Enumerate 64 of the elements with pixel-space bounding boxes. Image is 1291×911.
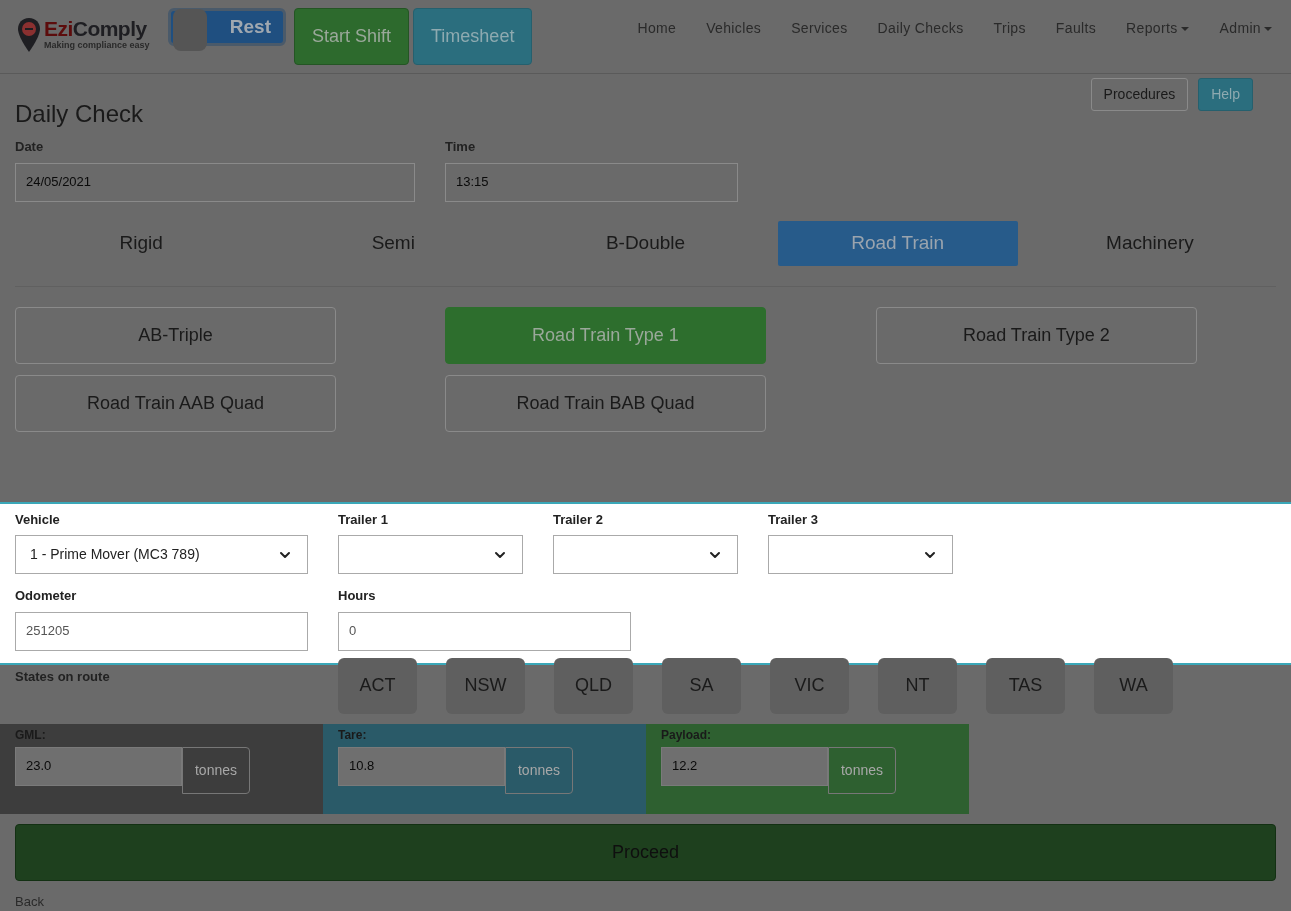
field-label: Trailer 3	[768, 510, 819, 529]
pin-logo-icon	[18, 18, 40, 53]
field-label: Trailer 1	[338, 510, 389, 529]
select-field[interactable]	[768, 535, 953, 574]
input-field[interactable]: 23.0	[15, 746, 182, 786]
logo[interactable]: EziComply Making compliance easy	[18, 18, 168, 53]
category-tab[interactable]: Semi	[273, 220, 514, 266]
caret-icon	[1179, 25, 1190, 32]
input-field[interactable]: 12.2	[661, 746, 828, 786]
field-label: Odometer	[15, 587, 78, 605]
nav-link[interactable]: Home	[637, 18, 677, 39]
category-tab[interactable]: Rigid	[21, 220, 262, 266]
train-type-button[interactable]: Road Train BAB Quad	[445, 374, 766, 432]
field-label: States on route	[15, 667, 111, 686]
state-button[interactable]: NT	[878, 657, 957, 714]
unit-addon: tonnes	[828, 746, 896, 794]
caret-icon	[1263, 25, 1273, 32]
field-label: Trailer 2	[553, 510, 604, 529]
state-button[interactable]: SA	[662, 657, 741, 714]
select-field[interactable]	[553, 535, 738, 574]
back-link[interactable]: Back	[15, 891, 44, 911]
input-field[interactable]: 24/05/2021	[15, 162, 415, 202]
state-button[interactable]: WA	[1094, 657, 1173, 714]
page-title: Daily Check	[15, 99, 144, 129]
toggle-knob	[173, 9, 207, 51]
action-button[interactable]: Procedures	[1090, 78, 1189, 111]
train-type-button[interactable]: Road Train AAB Quad	[15, 374, 336, 432]
field-label: Hours	[338, 587, 377, 605]
field-label: Date	[15, 138, 45, 156]
field-label: Vehicle	[15, 510, 61, 529]
nav-link[interactable]: Services	[791, 18, 848, 39]
field-label: Tare:	[338, 726, 368, 744]
state-button[interactable]: QLD	[554, 657, 633, 714]
nav-link[interactable]: Vehicles	[706, 18, 762, 39]
select-field[interactable]: 1 - Prime Mover (MC3 789)	[15, 535, 308, 574]
train-type-button[interactable]: AB-Triple	[15, 306, 336, 364]
nav-link[interactable]: Daily Checks	[877, 18, 964, 39]
header-button[interactable]: Timesheet	[413, 8, 533, 65]
select-value: 1 - Prime Mover (MC3 789)	[30, 545, 200, 564]
state-button[interactable]: TAS	[986, 657, 1065, 714]
state-button[interactable]: ACT	[338, 657, 417, 714]
unit-addon: tonnes	[182, 746, 250, 794]
field-label: Payload:	[661, 726, 712, 744]
nav-link[interactable]: Admin	[1219, 18, 1273, 39]
input-field[interactable]: 13:15	[445, 162, 738, 202]
header-button[interactable]: Start Shift	[294, 8, 410, 65]
input-field[interactable]: 0	[338, 611, 631, 651]
action-button[interactable]: Help	[1198, 78, 1253, 111]
category-tab[interactable]: B-Double	[525, 220, 766, 266]
select-field[interactable]	[338, 535, 523, 574]
nav-link[interactable]: Reports	[1126, 18, 1190, 39]
category-tab[interactable]: Machinery	[1029, 220, 1270, 266]
category-tab[interactable]: Road Train	[777, 220, 1018, 266]
nav-link[interactable]: Trips	[993, 18, 1026, 39]
state-button[interactable]: NSW	[446, 657, 525, 714]
input-field[interactable]: 10.8	[338, 746, 505, 786]
input-field[interactable]: 251205	[15, 611, 308, 651]
state-button[interactable]: VIC	[770, 657, 849, 714]
nav-link[interactable]: Faults	[1055, 18, 1097, 39]
field-label: Time	[445, 138, 477, 156]
train-type-button[interactable]: Road Train Type 1	[445, 306, 766, 364]
unit-addon: tonnes	[505, 746, 573, 794]
brand-tagline: Making compliance easy	[44, 40, 150, 52]
train-type-button[interactable]: Road Train Type 2	[876, 306, 1197, 364]
